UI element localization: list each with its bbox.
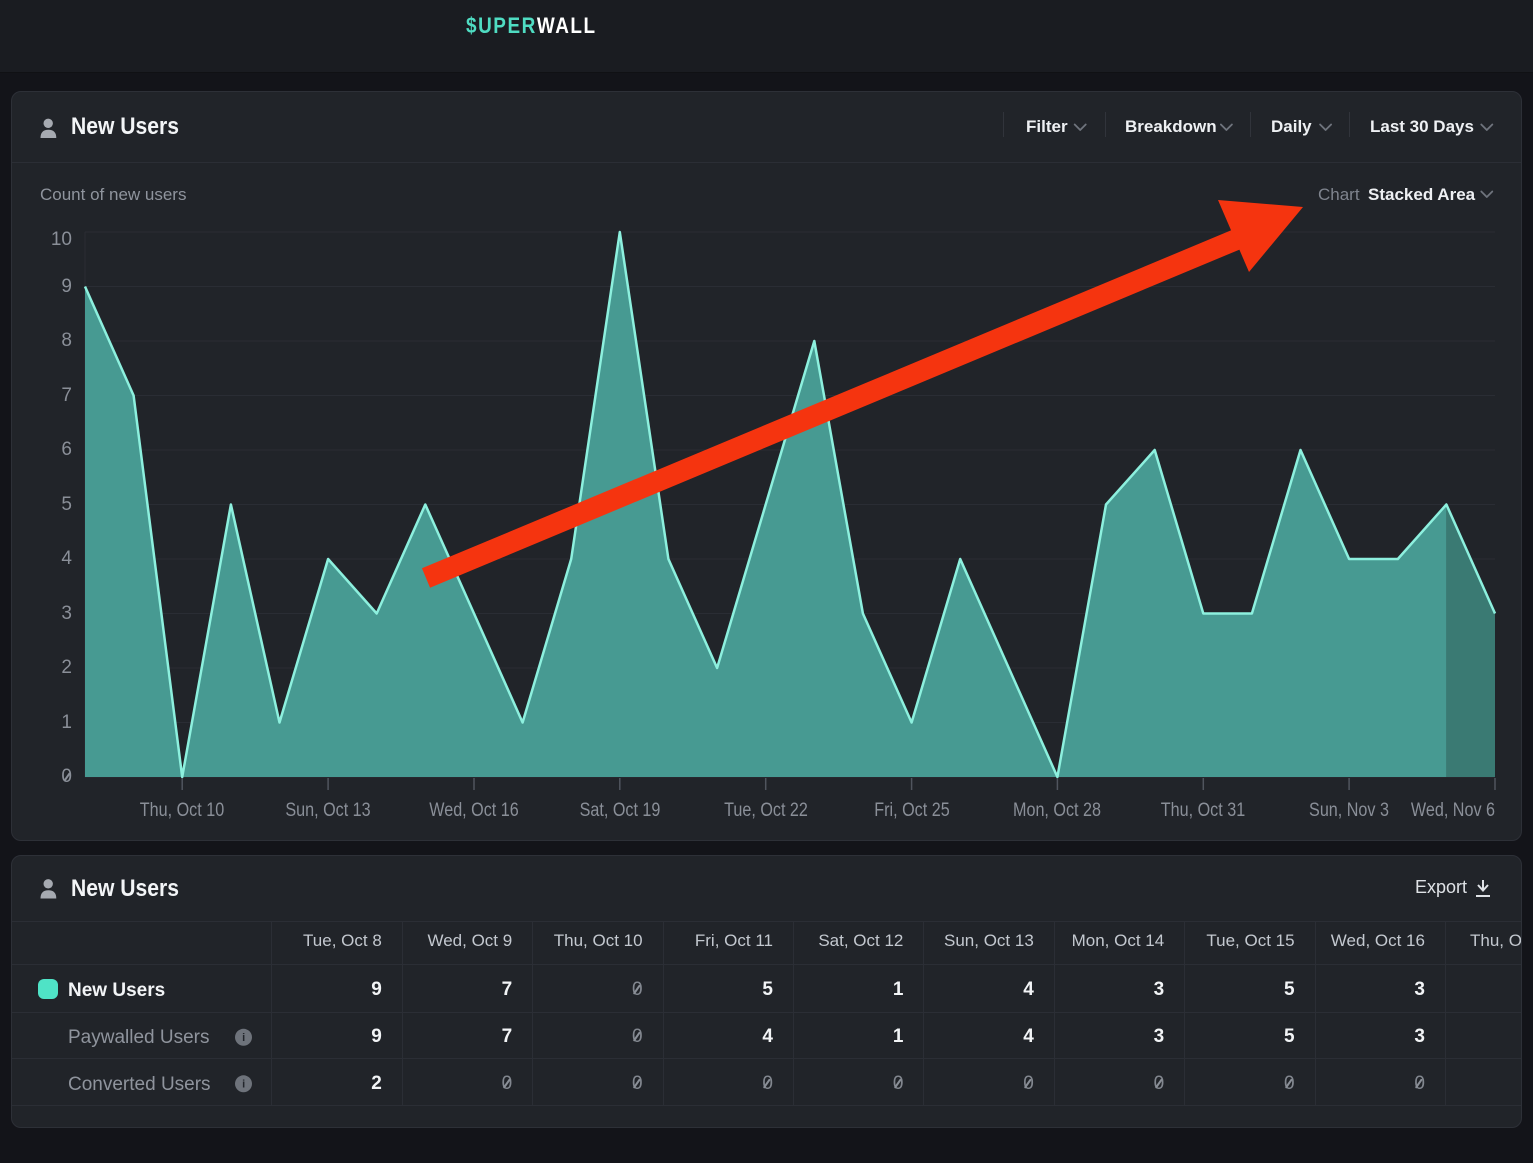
svg-text:i: i bbox=[242, 1079, 245, 1091]
svg-text:i: i bbox=[242, 1032, 245, 1044]
